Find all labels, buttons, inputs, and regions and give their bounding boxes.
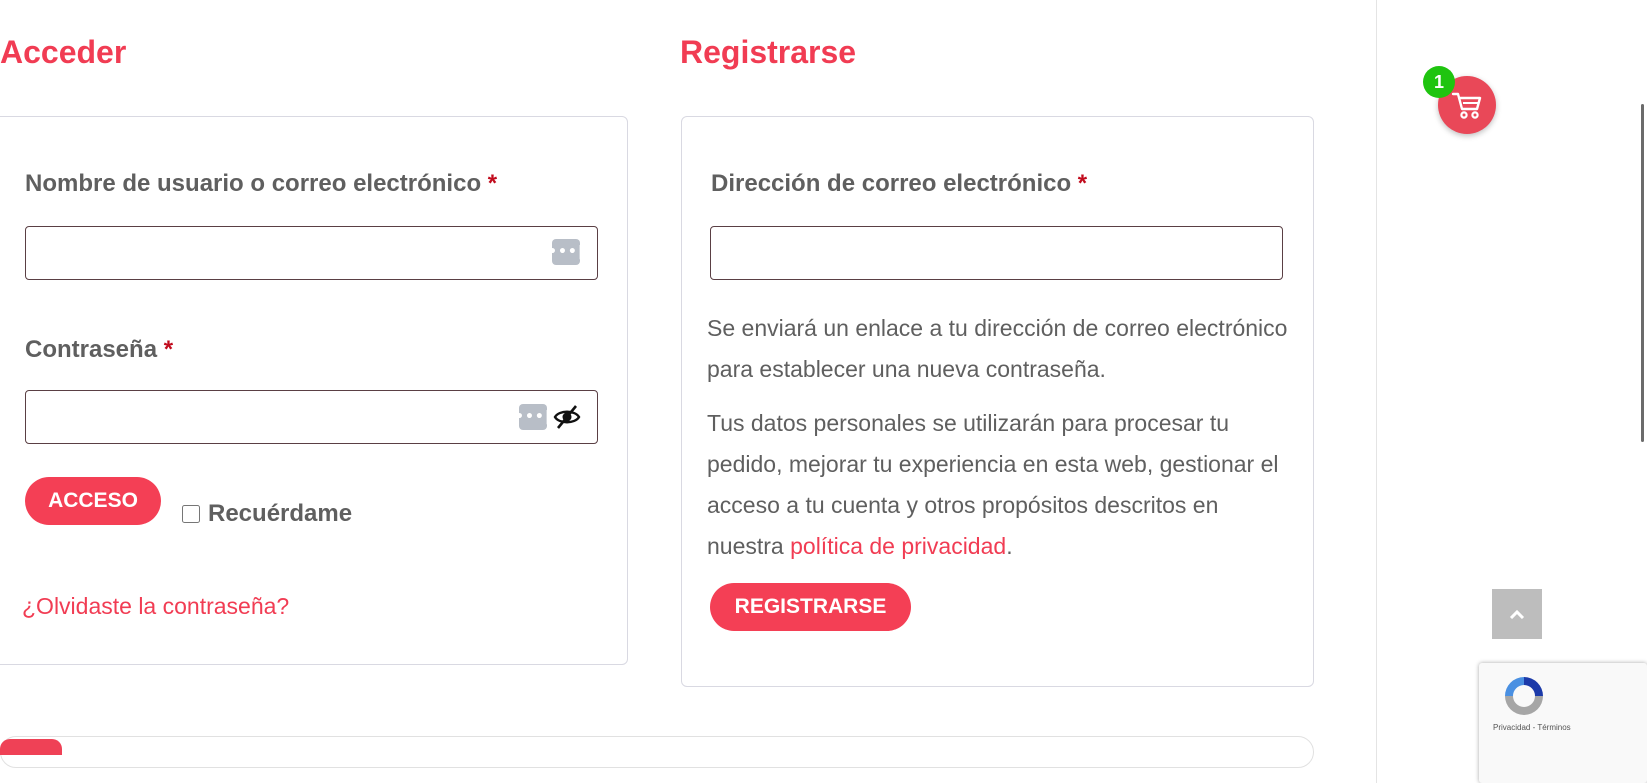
privacy-notice: Tus datos personales se utilizarán para …: [707, 403, 1297, 567]
cart-icon: [1451, 92, 1482, 119]
recaptcha-badge[interactable]: Privacidad - Términos: [1479, 663, 1647, 783]
username-input[interactable]: [26, 227, 597, 279]
right-rail-divider: [1376, 0, 1377, 783]
password-label: Contraseña *: [25, 336, 173, 364]
bottom-section-edge: [0, 736, 1314, 768]
privacy-policy-link[interactable]: política de privacidad: [790, 533, 1006, 559]
email-input[interactable]: [711, 227, 1282, 279]
remember-label: Recuérdame: [208, 500, 353, 527]
reset-link-info: Se enviará un enlace a tu dirección de c…: [707, 315, 1288, 382]
email-label: Dirección de correo electrónico *: [711, 170, 1087, 198]
required-mark: *: [487, 170, 498, 197]
chevron-up-icon: [1509, 609, 1525, 619]
required-mark: *: [1077, 170, 1088, 197]
register-title: Registrarse: [680, 34, 857, 70]
scrollbar[interactable]: [1641, 104, 1644, 442]
eye-off-icon[interactable]: [553, 403, 581, 431]
remember-checkbox[interactable]: [182, 505, 200, 523]
register-button[interactable]: REGISTRARSE: [710, 583, 911, 631]
login-button[interactable]: ACCESO: [25, 477, 161, 525]
login-title: Acceder: [0, 34, 127, 70]
scroll-to-top-button[interactable]: [1492, 589, 1542, 639]
password-label-text: Contraseña: [25, 336, 158, 363]
bottom-button-edge[interactable]: [0, 739, 62, 755]
privacy-notice-end: .: [1006, 533, 1013, 559]
password-manager-icon[interactable]: •••|: [548, 239, 583, 265]
email-field[interactable]: [710, 226, 1283, 280]
email-label-text: Dirección de correo electrónico: [711, 170, 1072, 197]
password-field[interactable]: •••|: [25, 390, 598, 444]
username-label-text: Nombre de usuario o correo electrónico: [25, 170, 482, 197]
recaptcha-logo-icon: [1505, 677, 1543, 715]
recaptcha-terms[interactable]: Privacidad - Términos: [1493, 723, 1571, 732]
username-label: Nombre de usuario o correo electrónico *: [25, 170, 497, 198]
required-mark: *: [163, 336, 174, 363]
cart-count-badge: 1: [1423, 66, 1455, 98]
password-input[interactable]: [26, 391, 597, 443]
forgot-password-link[interactable]: ¿Olvidaste la contraseña?: [22, 593, 289, 620]
password-manager-icon[interactable]: •••|: [515, 404, 550, 430]
username-field[interactable]: •••|: [25, 226, 598, 280]
remember-me[interactable]: Recuérdame: [182, 500, 352, 528]
